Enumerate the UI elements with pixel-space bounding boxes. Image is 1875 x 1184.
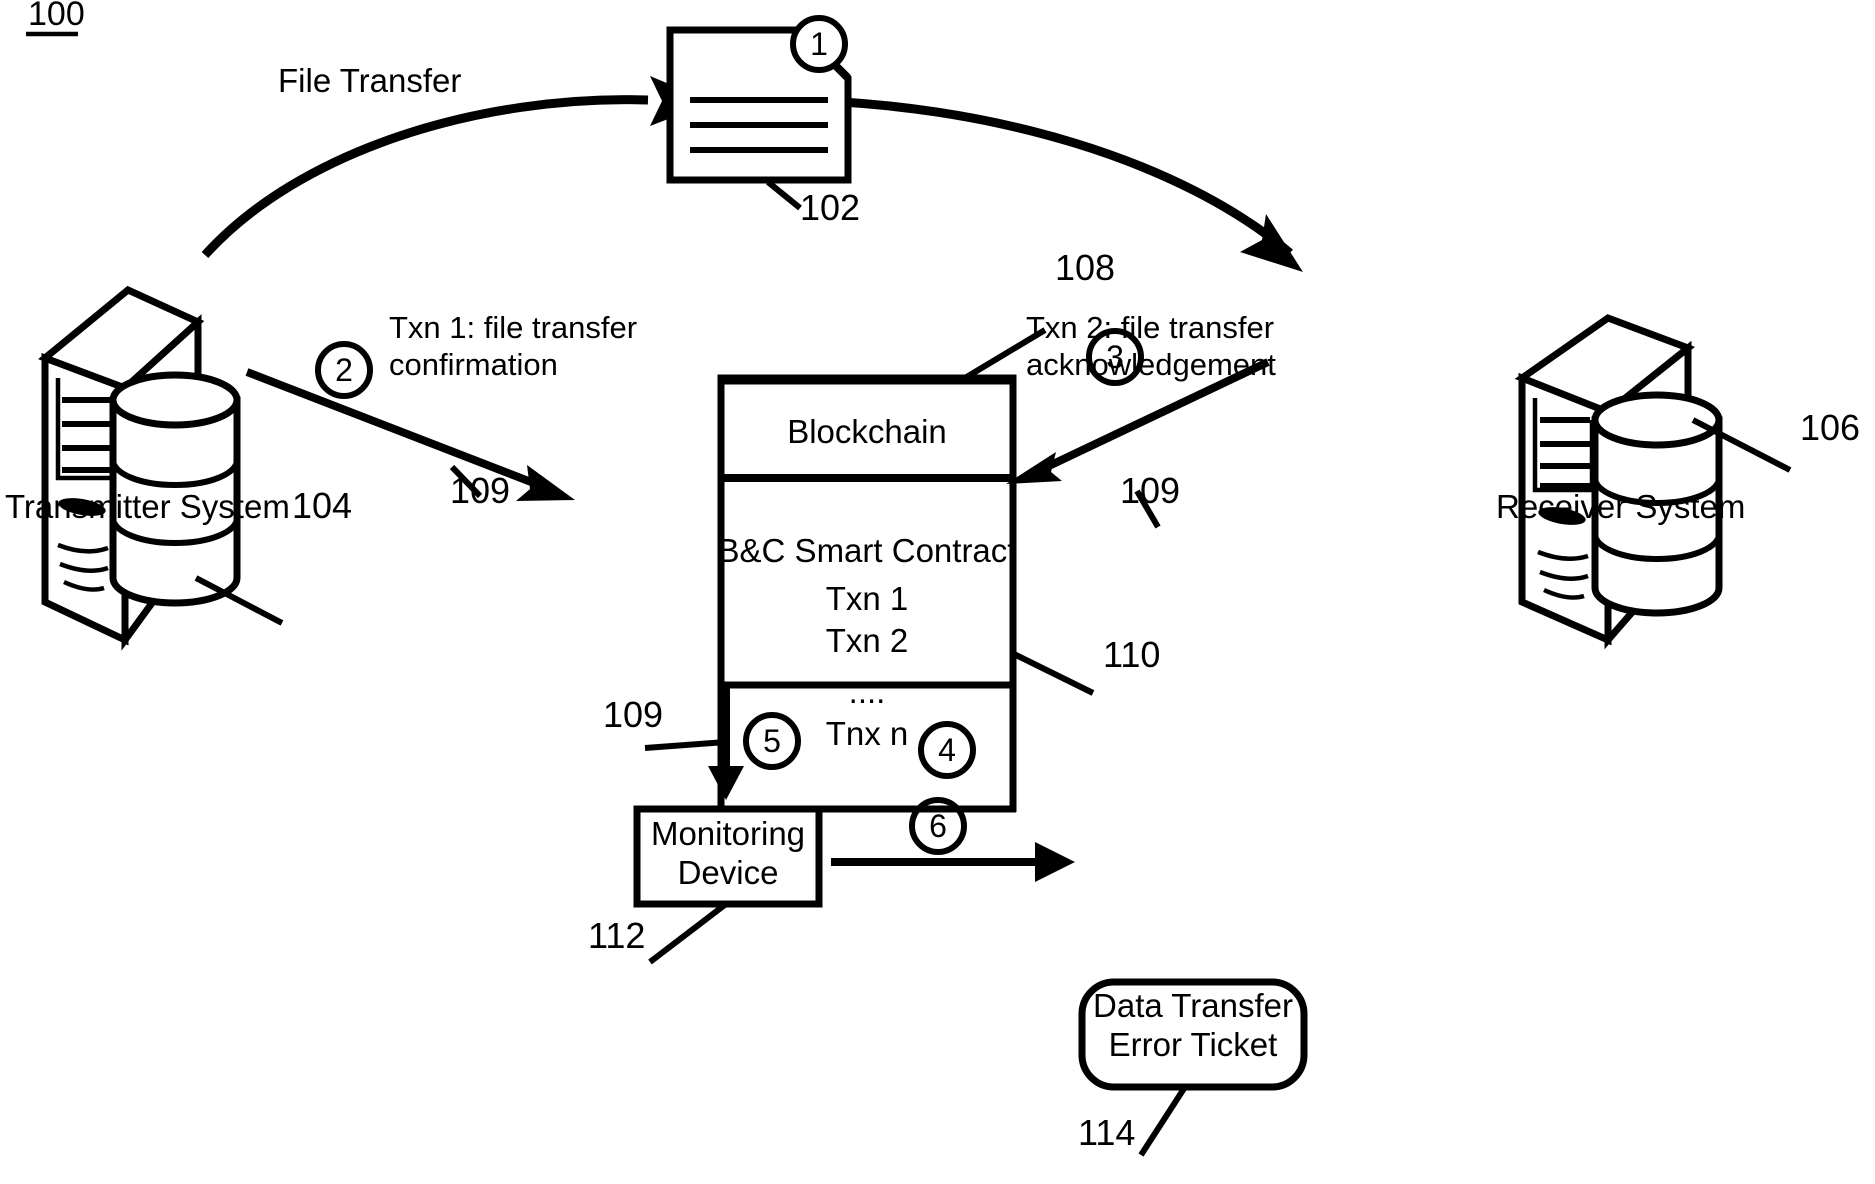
txn-row-2: Txn 2 — [826, 622, 909, 659]
step-marker-1: 1 — [790, 15, 848, 73]
receiver-system-label: Receiver System — [1496, 488, 1745, 525]
document-ref-leader — [766, 179, 802, 211]
txn2-arrow: 109 — [1006, 358, 1270, 529]
txn1-label-line1: Txn 1: file transfer — [389, 310, 637, 345]
patent-figure: 100 File Transfer 102 1 Transmitter Syst… — [0, 0, 1875, 1184]
figure-canvas: 100 File Transfer 102 1 Transmitter Syst… — [5, 0, 1860, 1157]
document-ref-label: 102 — [800, 187, 860, 228]
monitoring-device-box: Monitoring Device — [633, 805, 823, 908]
monitoring-device-ref-label: 112 — [588, 915, 645, 956]
step-marker-4: 4 — [918, 721, 976, 779]
step-marker-6-label: 6 — [929, 808, 947, 844]
txn-list: Txn 1 Txn 2 .... Tnx n — [826, 580, 909, 752]
txn-row-4: Tnx n — [826, 715, 909, 752]
error-ticket-box: Data Transfer Error Ticket — [1078, 978, 1308, 1091]
to-ticket-arrowhead — [1035, 842, 1075, 882]
error-ticket-label-1: Data Transfer — [1093, 987, 1293, 1024]
smart-contract-ref-label: 110 — [1103, 634, 1160, 675]
step-marker-5: 5 — [743, 712, 801, 770]
txn-row-3: .... — [849, 673, 886, 710]
receiver-ref-label: 106 — [1800, 407, 1860, 448]
step-marker-4-label: 4 — [938, 732, 956, 768]
step-marker-6: 6 — [909, 797, 967, 855]
txn2-ref-label: 109 — [1120, 470, 1180, 511]
error-ticket-ref-leader — [1138, 1085, 1188, 1157]
step-marker-1-label: 1 — [810, 26, 828, 62]
to-monitoring-arrow: 109 — [603, 685, 744, 800]
figure-number: 100 — [26, 0, 85, 37]
blockchain-box: Blockchain B&C Smart Contract Txn 1 Txn … — [718, 413, 1017, 569]
to-monitoring-ref-label: 109 — [603, 694, 663, 735]
txn2-label-line1: Txn 2: file transfer — [1026, 310, 1274, 345]
file-transfer-arc-path — [201, 95, 649, 259]
step-marker-2: 2 — [315, 341, 373, 399]
smart-contract-title: B&C Smart Contract — [718, 532, 1017, 569]
transmitter-ref-label: 104 — [292, 485, 352, 526]
receiver-system-icon — [1514, 314, 1723, 650]
file-transfer-label: File Transfer — [278, 62, 461, 99]
monitoring-device-label-1: Monitoring — [651, 815, 805, 852]
error-ticket-ref-label: 114 — [1078, 1112, 1135, 1153]
txn2-label-line2: acknowledgement — [1026, 347, 1276, 382]
file-transfer-arc-left — [201, 76, 712, 259]
monitoring-device-ref-leader — [648, 901, 728, 965]
receiver-db-top — [1591, 391, 1723, 449]
txn1-ref-label: 109 — [450, 470, 510, 511]
to-monitoring-ref-leader — [644, 739, 727, 751]
file-transfer-arc-right — [789, 95, 1303, 272]
step-marker-5-label: 5 — [763, 723, 781, 759]
to-monitoring-arrowhead — [708, 766, 744, 800]
blockchain-ref-label: 108 — [1055, 247, 1115, 288]
figure-number-label: 100 — [28, 0, 85, 33]
smart-contract-ref-leader — [1010, 650, 1095, 696]
error-ticket-label-2: Error Ticket — [1109, 1026, 1278, 1063]
txn-row-1: Txn 1 — [826, 580, 909, 617]
transmitter-system-label: Transmitter System — [5, 488, 290, 525]
monitoring-device-label-2: Device — [678, 854, 779, 891]
transmitter-db-top — [109, 371, 241, 429]
blockchain-header-label: Blockchain — [787, 413, 947, 450]
txn1-label-line2: confirmation — [389, 347, 558, 382]
step-marker-2-label: 2 — [335, 352, 353, 388]
file-transfer-arc-right-path — [789, 95, 1293, 257]
